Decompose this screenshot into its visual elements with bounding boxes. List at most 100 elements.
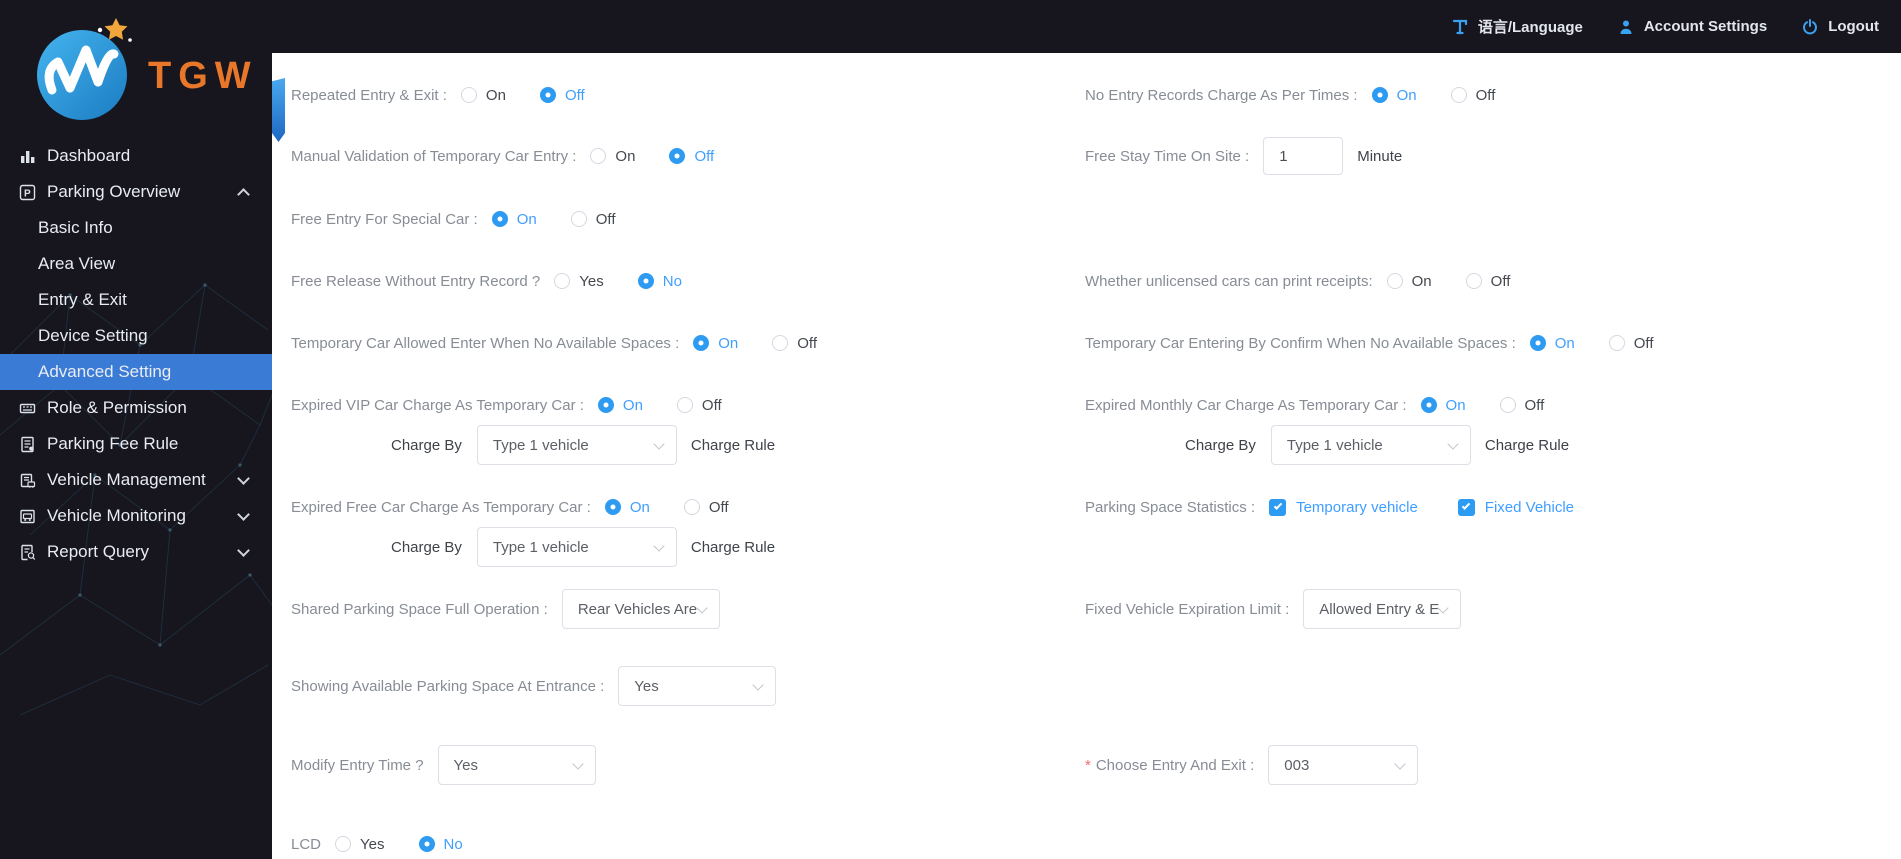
radio-icon[interactable] — [683, 499, 700, 515]
radio-icon[interactable] — [1608, 335, 1625, 351]
setting-label: Temporary Car Entering By Confirm When N… — [1085, 334, 1516, 352]
radio-icon[interactable] — [554, 273, 571, 289]
free-stay-minutes-input[interactable]: 1 — [1263, 137, 1344, 175]
radio-manual-validation-on[interactable]: On — [590, 148, 635, 165]
checkbox-fixed-vehicle[interactable]: Fixed Vehicle — [1457, 498, 1574, 516]
top-bar: 语言/Language Account Settings Logout — [0, 0, 1901, 53]
showing-available-select[interactable]: Yes — [618, 666, 777, 706]
shared-full-operation-select[interactable]: Rear Vehicles Are — [561, 589, 720, 629]
radio-no-entry-off[interactable]: Off — [1450, 87, 1495, 104]
fixed-expiration-limit-select[interactable]: Allowed Entry & E — [1303, 589, 1462, 629]
radio-no-entry-on[interactable]: On — [1371, 87, 1417, 104]
radio-icon[interactable] — [1529, 335, 1546, 351]
sidebar-item-advanced-setting[interactable]: Advanced Setting — [0, 354, 272, 390]
radio-icon[interactable] — [676, 397, 693, 413]
sidebar-item-report-query[interactable]: Report Query — [0, 534, 272, 570]
setting-label: Choose Entry And Exit : — [1095, 756, 1255, 774]
radio-unlicensed-on[interactable]: On — [1386, 273, 1432, 290]
brand-name: TGW — [148, 55, 258, 97]
sidebar-item-device-setting[interactable]: Device Setting — [0, 318, 272, 354]
free-charge-rule-link[interactable]: Charge Rule — [691, 539, 775, 556]
sidebar-item-vehicle-monitoring[interactable]: Vehicle Monitoring — [0, 498, 272, 534]
radio-icon[interactable] — [539, 87, 556, 103]
radio-icon[interactable] — [1371, 87, 1388, 103]
charge-by-label: Charge By — [391, 436, 462, 454]
select-value: Type 1 vehicle — [1286, 436, 1383, 454]
radio-temp-allowed-off[interactable]: Off — [772, 335, 817, 352]
radio-expired-monthly-on[interactable]: On — [1420, 397, 1466, 414]
modify-entry-time-select[interactable]: Yes — [437, 745, 596, 785]
sidebar-item-label: Parking Overview — [47, 182, 181, 201]
radio-manual-validation-off[interactable]: Off — [669, 148, 714, 165]
radio-expired-free-on[interactable]: On — [604, 499, 650, 516]
checkbox-icon[interactable] — [1457, 498, 1475, 516]
radio-repeated-entry-off[interactable]: Off — [539, 87, 585, 104]
radio-temp-allowed-on[interactable]: On — [693, 335, 738, 352]
radio-expired-monthly-off[interactable]: Off — [1499, 397, 1544, 414]
radio-icon[interactable] — [1499, 397, 1516, 413]
advanced-settings-panel: Repeated Entry & Exit : On Off No Entry … — [272, 53, 1901, 859]
setting-label: Expired VIP Car Charge As Temporary Car … — [291, 396, 584, 414]
radio-icon[interactable] — [491, 211, 508, 227]
radio-icon[interactable] — [1465, 273, 1482, 289]
radio-lcd-no[interactable]: No — [418, 836, 463, 853]
radio-icon[interactable] — [460, 87, 477, 103]
radio-icon[interactable] — [669, 148, 686, 164]
free-charge-vehicle-select[interactable]: Type 1 vehicle — [476, 527, 677, 567]
setting-label: Free Release Without Entry Record ? — [291, 272, 541, 290]
language-switcher[interactable]: 语言/Language — [1451, 16, 1583, 37]
radio-icon[interactable] — [418, 836, 435, 852]
monthly-charge-rule-link[interactable]: Charge Rule — [1485, 437, 1569, 454]
setting-label: No Entry Records Charge As Per Times : — [1085, 86, 1358, 104]
keycard-icon — [17, 400, 38, 417]
radio-icon[interactable] — [693, 335, 710, 351]
vip-charge-vehicle-select[interactable]: Type 1 vehicle — [476, 425, 677, 465]
sidebar-item-label: Role & Permission — [47, 398, 187, 417]
radio-icon[interactable] — [604, 499, 621, 515]
sidebar-item-entry-exit[interactable]: Entry & Exit — [0, 282, 272, 318]
select-value: Allowed Entry & E — [1319, 600, 1440, 618]
radio-expired-vip-on[interactable]: On — [597, 397, 643, 414]
setting-label: Shared Parking Space Full Operation : — [291, 600, 548, 618]
sidebar-item-vehicle-management[interactable]: Vehicle Management — [0, 462, 272, 498]
radio-icon[interactable] — [590, 148, 607, 164]
sidebar-item-parking-fee-rule[interactable]: Parking Fee Rule — [0, 426, 272, 462]
checkbox-icon[interactable] — [1269, 498, 1287, 516]
settings-row: LCD Yes No — [291, 834, 1901, 854]
chevron-down-icon — [1394, 758, 1406, 770]
sidebar-item-parking-overview[interactable]: P Parking Overview — [0, 174, 272, 210]
vip-charge-rule-link[interactable]: Charge Rule — [691, 437, 775, 454]
svg-text:P: P — [24, 188, 31, 199]
sidebar-item-area-view[interactable]: Area View — [0, 246, 272, 282]
sidebar-item-role-permission[interactable]: Role & Permission — [0, 390, 272, 426]
radio-temp-confirm-off[interactable]: Off — [1608, 335, 1654, 352]
radio-lcd-yes[interactable]: Yes — [335, 836, 385, 853]
radio-repeated-entry-on[interactable]: On — [460, 87, 506, 104]
sidebar-item-dashboard[interactable]: Dashboard — [0, 138, 272, 174]
logout-button[interactable]: Logout — [1801, 18, 1879, 36]
radio-expired-vip-off[interactable]: Off — [676, 397, 722, 414]
settings-row: Repeated Entry & Exit : On Off No Entry … — [291, 85, 1901, 105]
radio-icon[interactable] — [1386, 273, 1403, 289]
radio-free-release-yes[interactable]: Yes — [554, 273, 604, 290]
radio-icon[interactable] — [570, 211, 587, 227]
radio-icon[interactable] — [597, 397, 614, 413]
radio-icon[interactable] — [637, 273, 654, 289]
choose-entry-exit-select[interactable]: 003 — [1268, 745, 1419, 785]
radio-icon[interactable] — [335, 836, 352, 852]
select-value: 003 — [1284, 756, 1310, 774]
radio-expired-free-off[interactable]: Off — [683, 499, 729, 516]
radio-unlicensed-off[interactable]: Off — [1465, 273, 1510, 290]
radio-icon[interactable] — [1450, 87, 1467, 103]
radio-temp-confirm-on[interactable]: On — [1529, 335, 1575, 352]
radio-icon[interactable] — [772, 335, 789, 351]
monthly-charge-vehicle-select[interactable]: Type 1 vehicle — [1270, 425, 1471, 465]
radio-free-entry-on[interactable]: On — [491, 211, 537, 228]
account-settings-button[interactable]: Account Settings — [1617, 18, 1767, 36]
radio-free-entry-off[interactable]: Off — [570, 211, 615, 228]
radio-free-release-no[interactable]: No — [637, 273, 682, 290]
radio-icon[interactable] — [1420, 397, 1437, 413]
checkbox-temporary-vehicle[interactable]: Temporary vehicle — [1269, 498, 1418, 516]
chevron-down-icon — [653, 438, 665, 450]
sidebar-item-basic-info[interactable]: Basic Info — [0, 210, 272, 246]
